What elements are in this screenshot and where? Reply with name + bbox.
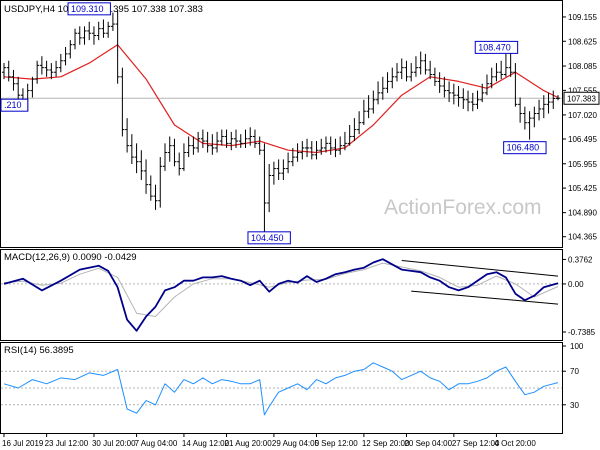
price-y-tick-label: 105.955 [568,160,597,169]
forex-chart: USDJPY,H4 107.378 107.395 107.338 107.38… [0,0,600,450]
price-y-tick-label: 104.890 [568,209,597,218]
price-annotation-label: 108.470 [478,42,511,52]
rsi-y-tick-label: 70 [570,367,579,376]
x-tick-label: 23 Jul 12:00 [45,439,89,448]
x-tick-label: 16 Jul 2019 [2,439,44,448]
macd-panel-title: MACD(12,26,9) 0.0090 -0.0429 [4,252,137,263]
price-y-tick-label: 105.425 [568,184,597,193]
macd-y-tick-label: 0.00 [568,280,584,289]
last-price-label: 107.383 [567,94,596,103]
price-annotation-label: 104.450 [251,233,284,243]
rsi-y-tick-label: 100 [570,342,584,351]
x-tick-label: 5 Sep 12:00 [315,439,359,448]
x-tick-label: 30 Jul 20:00 [92,439,136,448]
price-y-tick-label: 107.020 [568,111,597,120]
x-tick-label: 14 Aug 12:00 [182,439,230,448]
macd-y-tick-label: -0.7385 [568,328,596,337]
x-tick-label: 7 Aug 04:00 [135,439,178,448]
x-tick-label: 20 Sep 04:00 [404,439,452,448]
price-y-tick-label: 109.155 [568,13,597,22]
price-y-tick-label: 108.085 [568,62,597,71]
price-annotation-label: 109.310 [71,4,104,14]
macd-y-tick-label: 0.3762 [568,255,593,264]
rsi-y-tick-label: 30 [570,401,579,410]
price-annotation-label: 106.480 [507,143,540,153]
x-tick-label: 21 Aug 20:00 [225,439,273,448]
watermark: ActionForex.com [384,196,542,219]
price-y-tick-label: 104.365 [568,233,597,242]
x-tick-label: 27 Sep 12:00 [452,439,500,448]
x-tick-label: 29 Aug 04:00 [272,439,320,448]
price-annotation-label: .210 [4,100,22,110]
x-tick-label: 12 Sep 20:00 [362,439,410,448]
x-tick-label: 4 Oct 20:00 [494,439,536,448]
price-y-tick-label: 106.495 [568,135,597,144]
rsi-panel-title: RSI(14) 56.3895 [4,345,74,356]
price-y-tick-label: 108.625 [568,37,597,46]
